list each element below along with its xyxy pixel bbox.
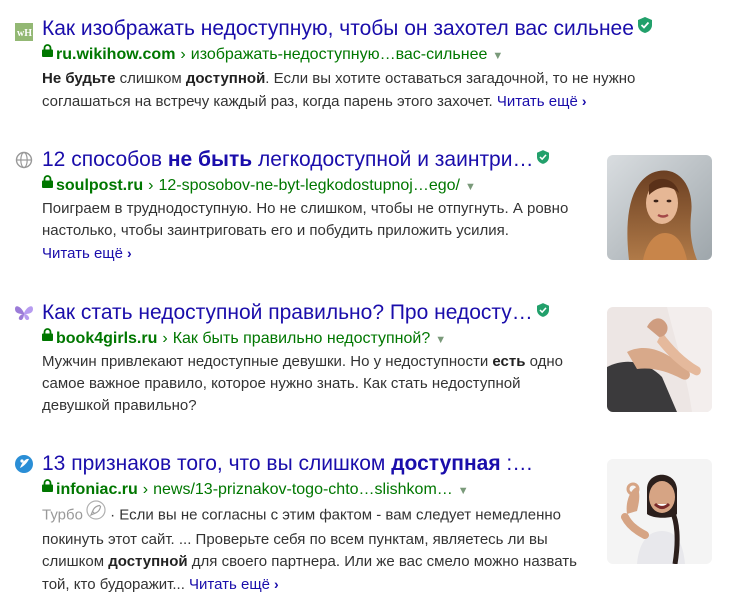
title-part: легкодоступной и заинтри…: [252, 148, 534, 171]
title-part: 12 способов: [42, 148, 168, 171]
hands-thumbnail[interactable]: [607, 307, 712, 412]
title-part: 13 признаков того, что вы слишком: [42, 452, 392, 475]
read-more-label: Читать ещё: [496, 93, 578, 110]
verified-shield-icon: [536, 298, 549, 324]
chevron-right-icon: ›: [581, 93, 587, 109]
lock-icon: [42, 478, 53, 498]
result-snippet: Не будьте слишком доступной. Если вы хот…: [42, 68, 642, 113]
result-title[interactable]: Как стать недоступной правильно? Про нед…: [42, 300, 549, 326]
breadcrumb-separator: ›: [180, 46, 186, 64]
breadcrumb-separator: ›: [162, 330, 168, 348]
read-more-link[interactable]: Читать ещё ›: [42, 245, 132, 262]
title-part-bold: доступная: [391, 452, 501, 475]
chevron-right-icon: ›: [274, 576, 279, 592]
svg-text:wH: wH: [17, 28, 32, 39]
result-path[interactable]: 12-sposobov-ne-byt-legkodostupnoj…ego/: [158, 177, 460, 194]
result-path[interactable]: news/13-priznakov-togo-chto…slishkom…: [153, 481, 453, 498]
result-url: book4girls.ru › Как быть правильно недосту…: [42, 327, 446, 350]
woman-portrait-thumbnail[interactable]: [607, 155, 712, 260]
snippet-text: Поиграем в труднодоступную. Но не слишко…: [42, 200, 569, 239]
snippet-text: слишком: [115, 70, 186, 87]
result-url: soulpost.ru › 12-sposobov-ne-byt-legkodost…: [42, 174, 476, 197]
dropdown-caret-icon[interactable]: ▼: [492, 50, 503, 62]
title-part: :…: [500, 452, 534, 475]
lock-icon: [42, 174, 53, 194]
title-part: Как стать недоступной правильно? Про нед…: [42, 301, 533, 324]
verified-shield-icon: [637, 14, 652, 40]
result-snippet: Поиграем в труднодоступную. Но не слишко…: [42, 198, 572, 265]
rocket-icon: [86, 500, 106, 527]
read-more-label: Читать ещё: [42, 245, 123, 262]
dropdown-caret-icon[interactable]: ▼: [458, 485, 469, 497]
snippet-bold: Не будьте: [42, 70, 116, 87]
woman-ok-gesture-thumbnail[interactable]: [607, 459, 712, 564]
result-title[interactable]: 12 способов не быть легкодоступной и заи…: [42, 145, 550, 173]
read-more-label: Читать ещё: [189, 576, 271, 593]
verified-shield-icon: [537, 145, 550, 171]
butterfly-icon: [14, 303, 34, 323]
result-snippet: Мужчин привлекают недоступные девушки. Н…: [42, 351, 577, 417]
dropdown-caret-icon[interactable]: ▼: [465, 181, 476, 193]
breadcrumb-separator: ›: [142, 481, 149, 499]
chevron-right-icon: ›: [126, 245, 132, 261]
result-domain[interactable]: book4girls.ru: [56, 330, 157, 347]
snippet-text: Мужчин привлекают недоступные девушки. Н…: [42, 353, 493, 370]
result-url: ru.wikihow.com › изображать-недоступную…ва…: [42, 43, 503, 66]
snippet-bold: доступной: [108, 553, 188, 570]
globe-icon: [14, 150, 34, 170]
title-part-bold: не быть: [167, 148, 253, 171]
result-snippet: Турбо · Если вы не согласны с этим факто…: [42, 500, 587, 596]
turbo-label[interactable]: Турбо: [42, 506, 83, 523]
result-path[interactable]: изображать-недоступную…вас-сильнее: [191, 46, 488, 63]
result-title[interactable]: Как изображать недоступную, чтобы он зах…: [42, 16, 652, 42]
result-domain[interactable]: soulpost.ru: [56, 177, 143, 194]
wikihow-logo-icon: wH: [14, 22, 34, 42]
snippet-bold: доступной: [185, 70, 266, 87]
breadcrumb-separator: ›: [148, 177, 154, 195]
lock-icon: [42, 43, 53, 63]
read-more-link[interactable]: Читать ещё ›: [189, 576, 279, 593]
result-url: infoniac.ru › news/13-priznakov-togo-chto……: [42, 478, 469, 501]
title-part: Как изображать недоступную, чтобы он зах…: [42, 17, 634, 40]
result-domain[interactable]: ru.wikihow.com: [56, 46, 175, 63]
result-title[interactable]: 13 признаков того, что вы слишком доступ…: [42, 451, 533, 477]
snippet-bold: есть: [492, 353, 526, 370]
result-domain[interactable]: infoniac.ru: [56, 481, 138, 498]
dropdown-caret-icon[interactable]: ▼: [435, 334, 446, 346]
infoniac-logo-icon: [14, 454, 34, 474]
lock-icon: [42, 327, 53, 347]
read-more-link[interactable]: Читать ещё ›: [497, 93, 587, 110]
result-path[interactable]: Как быть правильно недоступной?: [173, 330, 431, 347]
